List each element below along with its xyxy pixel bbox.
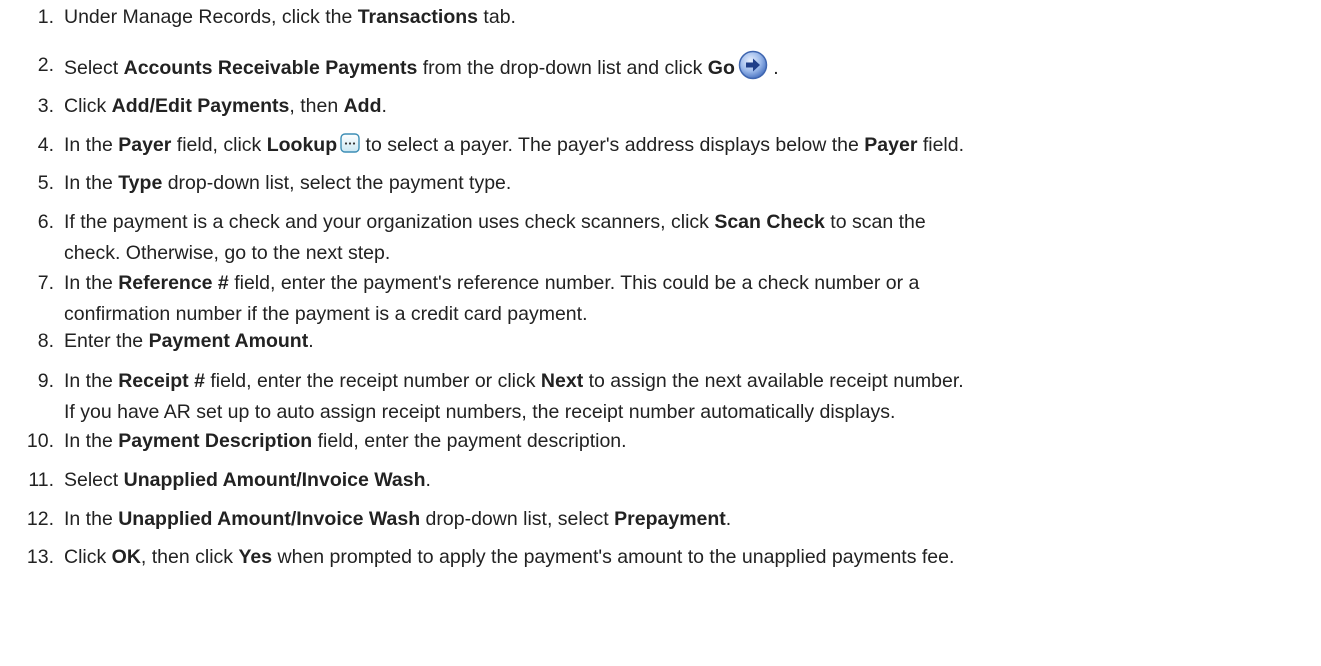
ui-term: Reference # <box>118 272 229 294</box>
step-text: to scan the <box>824 211 926 233</box>
ui-term: Transactions <box>357 6 479 28</box>
step-number: 9. <box>37 370 54 392</box>
step-number: 13. <box>26 546 54 568</box>
step-item: 8. Enter the Payment Amount. <box>0 326 314 357</box>
step-number: 5. <box>37 172 54 194</box>
step-text: to assign the next available receipt num… <box>583 370 964 392</box>
step-text: check. Otherwise, go to the next step. <box>64 242 391 264</box>
step-item: 4. In the Payer field, click Lookup to se… <box>0 130 964 161</box>
step-text: , then click <box>140 546 239 568</box>
step-text: In the <box>64 430 119 452</box>
ui-term: Unapplied Amount/Invoice Wash <box>118 508 421 530</box>
step-item: 5. In the Type drop-down list, select the… <box>0 168 512 199</box>
step-text: when prompted to apply the payment's amo… <box>272 546 955 568</box>
step-text: tab. <box>478 6 516 28</box>
step-text: . <box>767 57 779 79</box>
step-number: 4. <box>37 134 54 156</box>
step-number: 10. <box>26 430 54 452</box>
step-text: field. <box>917 134 965 156</box>
step-text: . <box>308 330 314 352</box>
step-text: field, click <box>171 134 267 156</box>
ui-term: Prepayment <box>614 508 726 530</box>
step-text: Select <box>64 469 124 491</box>
ui-term: Add <box>343 95 382 117</box>
step-text: In the <box>64 134 119 156</box>
ui-term: Next <box>540 370 584 392</box>
step-text: . <box>381 95 387 117</box>
step-text: field, enter the payment's reference num… <box>228 272 920 294</box>
step-text: field, enter the payment description. <box>312 430 627 452</box>
lookup-ellipsis-icon <box>340 132 360 153</box>
step-text: Click <box>64 546 112 568</box>
step-text: Enter the <box>64 330 149 352</box>
ui-term: Receipt # <box>118 370 205 392</box>
ui-term: Unapplied Amount/Invoice Wash <box>123 469 426 491</box>
step-number: 3. <box>37 95 54 117</box>
step-text: If you have AR set up to auto assign rec… <box>64 401 896 423</box>
step-item: 10. In the Payment Description field, ent… <box>0 426 627 457</box>
step-number: 6. <box>37 211 54 233</box>
step-text: Under Manage Records, click the <box>64 6 358 28</box>
step-item: 13. Click OK, then click Yes when prompte… <box>0 542 955 573</box>
step-item: 3. Click Add/Edit Payments, then Add. <box>0 91 387 122</box>
ui-term: Payer <box>118 134 172 156</box>
ui-term: Payer <box>864 134 918 156</box>
ui-term: Add/Edit Payments <box>111 95 290 117</box>
step-text: field, enter the receipt number or click <box>204 370 541 392</box>
step-item: 7. In the Reference # field, enter the pa… <box>0 268 920 330</box>
ui-term: OK <box>111 546 141 568</box>
step-text: . <box>725 508 732 530</box>
step-text: drop-down list, select <box>420 508 615 530</box>
ui-term: Lookup <box>266 134 338 156</box>
step-text: to select a payer. The payer's address d… <box>360 134 865 156</box>
step-text: . <box>425 469 431 491</box>
step-item: 2. Select Accounts Receivable Payments fr… <box>0 50 779 84</box>
step-item: 1. Under Manage Records, click the Transa… <box>0 2 516 33</box>
step-number: 1. <box>37 6 54 28</box>
step-item: 11. Select Unapplied Amount/Invoice Wash. <box>0 465 431 496</box>
step-text: In the <box>64 508 119 530</box>
ui-term: Type <box>118 172 163 194</box>
step-text: If the payment is a check and your organ… <box>64 211 715 233</box>
ui-term: Yes <box>238 546 273 568</box>
ui-term: Payment Description <box>118 430 313 452</box>
step-text: Click <box>64 95 112 117</box>
step-number: 12. <box>26 508 54 530</box>
ui-term: Payment Amount <box>148 330 309 352</box>
step-number: 7. <box>37 272 54 294</box>
step-text: In the <box>64 172 119 194</box>
step-text: drop-down list, select the payment type. <box>162 172 512 194</box>
step-text: In the <box>64 272 119 294</box>
ui-term: Scan Check <box>714 211 825 233</box>
step-text: from the drop-down list and click <box>417 57 708 79</box>
step-text: Select <box>64 57 124 79</box>
ui-term: Go <box>707 57 735 79</box>
step-item: 6. If the payment is a check and your org… <box>0 207 926 269</box>
go-arrow-icon <box>738 50 768 80</box>
step-number: 2. <box>37 54 54 76</box>
step-item: 9. In the Receipt # field, enter the rece… <box>0 366 964 428</box>
ui-term: Accounts Receivable Payments <box>123 57 418 79</box>
step-text: , then <box>289 95 344 117</box>
step-text: confirmation number if the payment is a … <box>64 303 588 325</box>
step-item: 12. In the Unapplied Amount/Invoice Wash … <box>0 504 731 535</box>
step-number: 11. <box>28 469 54 491</box>
step-text: In the <box>64 370 119 392</box>
step-number: 8. <box>37 330 54 352</box>
